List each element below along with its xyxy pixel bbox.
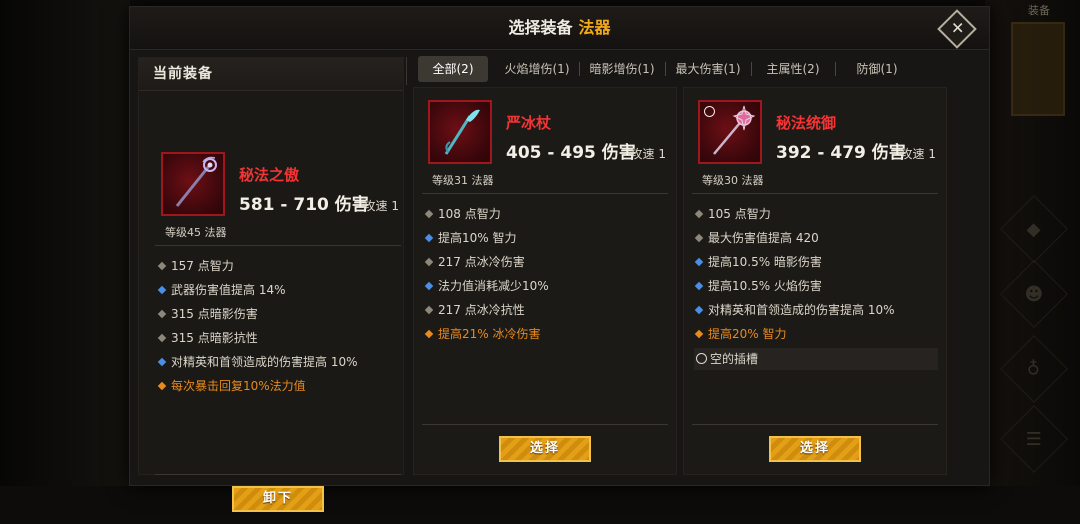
item-level: 等级31 法器	[432, 174, 494, 187]
bullet-icon	[157, 261, 167, 271]
bullet-icon	[694, 209, 704, 219]
bullet-icon	[694, 329, 704, 339]
stat-list: 157 点智力 武器伤害值提高 14% 315 点暗影伤害 315 点暗影抗性 …	[157, 254, 401, 398]
stat-line: 法力值消耗减少10%	[424, 274, 668, 298]
bullet-icon	[157, 357, 167, 367]
close-icon: ✕	[951, 18, 965, 38]
damage-range: 405 - 495 伤害	[506, 143, 636, 163]
stat-line: 提高21% 冰冷伤害	[424, 322, 668, 346]
bullet-icon	[424, 305, 434, 315]
stat-list: 105 点智力 最大伤害值提高 420 提高10.5% 暗影伤害 提高10.5%…	[694, 202, 938, 370]
stat-line: 217 点冰冷抗性	[424, 298, 668, 322]
dialog-header: 选择装备 法器	[130, 7, 989, 50]
background-left	[0, 0, 130, 486]
bullet-icon	[694, 257, 704, 267]
arcane-scepter-icon	[698, 100, 762, 164]
tabs-divider	[406, 57, 407, 85]
attack-speed: 攻速 1	[363, 199, 399, 213]
item-card-arcane-scepter[interactable]: 秘法统御 392 - 479 伤害 攻速 1 等级30 法器 105 点智力 最…	[683, 87, 947, 475]
divider	[155, 474, 401, 475]
stat-line: 提高10.5% 暗影伤害	[694, 250, 938, 274]
arcane-staff-icon	[161, 152, 225, 216]
divider	[422, 424, 668, 425]
tab-defense[interactable]: 防御(1)	[835, 56, 919, 82]
tab-main-attribute[interactable]: 主属性(2)	[751, 56, 835, 82]
stat-line: 157 点智力	[157, 254, 401, 278]
item-name: 严冰杖	[506, 114, 552, 132]
stat-line: 武器伤害值提高 14%	[157, 278, 401, 302]
ice-staff-icon	[428, 100, 492, 164]
damage-range: 392 - 479 伤害	[776, 143, 906, 163]
bullet-icon	[424, 233, 434, 243]
stat-line: 217 点冰冷伤害	[424, 250, 668, 274]
dialog-category: 法器	[578, 18, 611, 37]
item-name: 秘法之傲	[239, 166, 300, 184]
dialog-title: 选择装备	[508, 18, 573, 37]
current-item-card[interactable]: 秘法之傲 581 - 710 伤害 攻速 1 等级45 法器 157 点智力 武…	[147, 140, 409, 524]
bullet-icon	[157, 333, 167, 343]
tab-max-damage[interactable]: 最大伤害(1)	[665, 56, 751, 82]
divider	[422, 193, 668, 194]
divider	[155, 245, 401, 246]
attack-speed: 攻速 1	[630, 147, 666, 161]
tab-fire-damage[interactable]: 火焰增伤(1)	[495, 56, 579, 82]
stat-line: 105 点智力	[694, 202, 938, 226]
divider	[692, 193, 938, 194]
current-equipment-title: 当前装备	[139, 58, 403, 91]
stat-list: 108 点智力 提高10% 智力 217 点冰冷伤害 法力值消耗减少10% 21…	[424, 202, 668, 346]
filter-tabs: 全部(2) 火焰增伤(1) 暗影增伤(1) 最大伤害(1) 主属性(2) 防御(…	[409, 56, 919, 84]
stat-line: 108 点智力	[424, 202, 668, 226]
item-level: 等级30 法器	[702, 174, 764, 187]
bullet-icon	[424, 329, 434, 339]
attack-speed: 攻速 1	[900, 147, 936, 161]
equipment-select-dialog: 选择装备 法器 ✕ 当前装备 秘法之傲 581 - 710 伤害 攻速 1 等级4…	[129, 6, 990, 512]
item-name: 秘法统御	[776, 114, 837, 132]
bullet-icon	[694, 305, 704, 315]
damage-range: 581 - 710 伤害	[239, 195, 369, 215]
tab-all[interactable]: 全部(2)	[418, 56, 488, 82]
stat-line: 最大伤害值提高 420	[694, 226, 938, 250]
select-button[interactable]: 选择	[769, 436, 861, 462]
item-level: 等级45 法器	[165, 226, 227, 239]
socket-ring-icon	[696, 353, 707, 364]
bullet-icon	[694, 281, 704, 291]
item-card-ice-staff[interactable]: 严冰杖 405 - 495 伤害 攻速 1 等级31 法器 108 点智力 提高…	[413, 87, 677, 475]
current-equipment-panel: 当前装备 秘法之傲 581 - 710 伤害 攻速 1 等级45 法器 157 …	[138, 57, 404, 512]
empty-socket-icon	[704, 106, 715, 117]
stat-line: 315 点暗影伤害	[157, 302, 401, 326]
divider	[692, 424, 938, 425]
unequip-button[interactable]: 卸下	[232, 486, 324, 512]
stat-line: 对精英和首领造成的伤害提高 10%	[694, 298, 938, 322]
tab-shadow-damage[interactable]: 暗影增伤(1)	[579, 56, 665, 82]
bullet-icon	[424, 209, 434, 219]
stat-line: 提高20% 智力	[694, 322, 938, 346]
bullet-icon	[157, 381, 167, 391]
bullet-icon	[157, 285, 167, 295]
stat-line: 提高10% 智力	[424, 226, 668, 250]
stat-line: 315 点暗影抗性	[157, 326, 401, 350]
stat-line: 提高10.5% 火焰伤害	[694, 274, 938, 298]
bullet-icon	[424, 281, 434, 291]
side-top-label: 装备	[1028, 4, 1050, 17]
bullet-icon	[694, 233, 704, 243]
stat-line: 每次暴击回复10%法力值	[157, 374, 401, 398]
empty-socket-slot: 空的插槽	[694, 348, 938, 370]
bullet-icon	[424, 257, 434, 267]
side-inventory-panel	[1011, 22, 1065, 116]
stat-line: 对精英和首领造成的伤害提高 10%	[157, 350, 401, 374]
bullet-icon	[157, 309, 167, 319]
select-button[interactable]: 选择	[499, 436, 591, 462]
